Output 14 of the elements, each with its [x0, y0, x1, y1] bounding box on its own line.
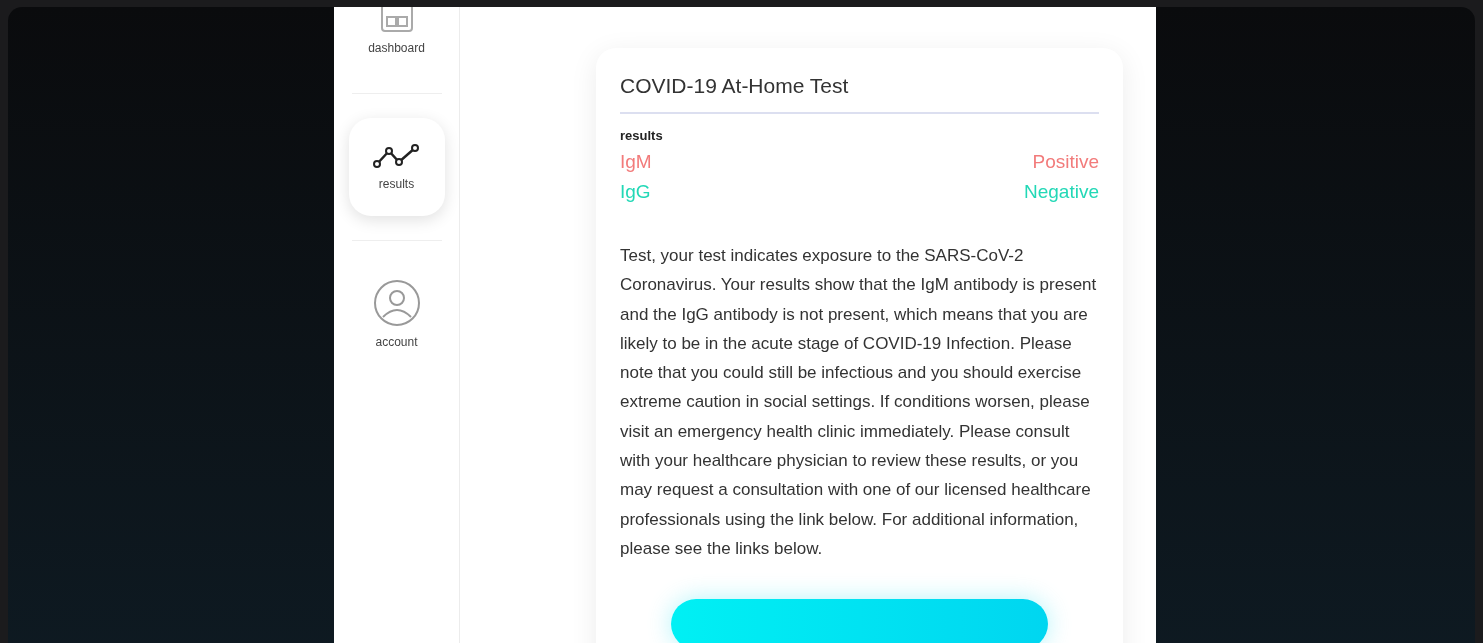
- antibody-result: Positive: [1032, 151, 1099, 173]
- results-label: results: [620, 128, 664, 143]
- sidebar-item[interactable]: dashboard: [348, 7, 445, 81]
- antibody-name: IgM: [620, 151, 652, 173]
- sidebar-item-selected[interactable]: results: [348, 118, 445, 216]
- result-message: Test, your test indicates exposure to the SARS-CoV-2 Coronavirus. Your results show that the IgM antibody is present and the IgG antibody is not present, which means that you are likely to be in the acute stage of COVID-19 Infection. Please note that you could still be infectious and you should exercise extreme caution in social settings. If conditions worsen, please visit an emergency health clinic immediately. Please consult with your healthcare physician to review these results, or you may request a consultation with one of our licensed healthcare professionals using the link below. For additional information, please see the links below.: [620, 245, 1098, 560]
- antibody-result: Negative: [1024, 181, 1099, 203]
- sidebar-item[interactable]: account: [348, 265, 445, 363]
- user-icon: [372, 279, 421, 327]
- action-button[interactable]: [671, 599, 1048, 643]
- antibody-name: IgG: [620, 181, 651, 203]
- card-title: COVID-19 At-Home Test: [620, 74, 850, 98]
- dashboard-icon: [379, 7, 414, 33]
- line-chart-icon: [372, 143, 421, 169]
